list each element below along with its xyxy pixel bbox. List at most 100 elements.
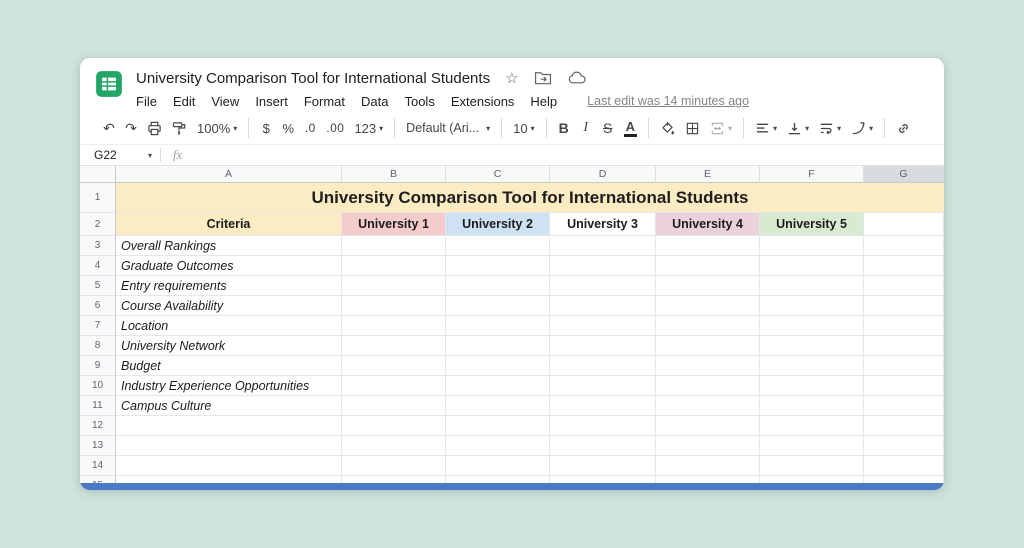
cell[interactable]: [446, 436, 550, 456]
cell[interactable]: [342, 416, 446, 436]
cell[interactable]: [864, 416, 944, 436]
cell-criterion-9[interactable]: Campus Culture: [116, 396, 342, 416]
cell[interactable]: [446, 356, 550, 376]
cell[interactable]: [550, 256, 656, 276]
sheets-logo-icon[interactable]: [94, 69, 124, 99]
document-title[interactable]: University Comparison Tool for Internati…: [136, 70, 490, 87]
cell[interactable]: [864, 376, 944, 396]
row-header-3[interactable]: 3: [80, 236, 116, 256]
cell[interactable]: [446, 276, 550, 296]
cell[interactable]: [446, 396, 550, 416]
cell[interactable]: [550, 396, 656, 416]
cell[interactable]: [550, 356, 656, 376]
cell[interactable]: [342, 256, 446, 276]
cell[interactable]: [656, 356, 760, 376]
cell-university-3[interactable]: University 3: [550, 213, 656, 236]
font-select[interactable]: Default (Ari...▾: [401, 116, 495, 140]
cell[interactable]: [116, 456, 342, 476]
decrease-decimal-button[interactable]: .0: [299, 116, 321, 140]
cell[interactable]: [116, 476, 342, 483]
cell[interactable]: [342, 356, 446, 376]
cell[interactable]: [656, 296, 760, 316]
cell-university-4[interactable]: University 4: [656, 213, 760, 236]
horizontal-align-button[interactable]: ▾: [750, 116, 782, 140]
column-header-c[interactable]: C: [446, 166, 550, 183]
cell-university-5[interactable]: University 5: [760, 213, 864, 236]
cell-university-1[interactable]: University 1: [342, 213, 446, 236]
cell[interactable]: [864, 236, 944, 256]
cell[interactable]: [864, 456, 944, 476]
cell[interactable]: [864, 276, 944, 296]
last-edit-link[interactable]: Last edit was 14 minutes ago: [587, 94, 749, 108]
cell[interactable]: [760, 396, 864, 416]
row-header-9[interactable]: 9: [80, 356, 116, 376]
cell[interactable]: [342, 316, 446, 336]
cell[interactable]: [760, 316, 864, 336]
cell[interactable]: [864, 436, 944, 456]
cell-criterion-2[interactable]: Graduate Outcomes: [116, 256, 342, 276]
row-header-8[interactable]: 8: [80, 336, 116, 356]
column-header-e[interactable]: E: [656, 166, 760, 183]
cell[interactable]: [550, 316, 656, 336]
print-button[interactable]: [142, 116, 167, 140]
cell-criterion-4[interactable]: Course Availability: [116, 296, 342, 316]
cell[interactable]: [342, 336, 446, 356]
cell[interactable]: [550, 376, 656, 396]
format-percent-button[interactable]: %: [277, 116, 299, 140]
cell[interactable]: [760, 256, 864, 276]
cell[interactable]: [656, 376, 760, 396]
cell[interactable]: [550, 296, 656, 316]
menu-tools[interactable]: Tools: [396, 92, 442, 111]
cell[interactable]: [760, 476, 864, 483]
cell[interactable]: [342, 396, 446, 416]
column-header-f[interactable]: F: [760, 166, 864, 183]
cell[interactable]: [760, 336, 864, 356]
row-header-2[interactable]: 2: [80, 213, 116, 236]
cell[interactable]: [550, 236, 656, 256]
row-header-11[interactable]: 11: [80, 396, 116, 416]
cell[interactable]: [656, 436, 760, 456]
column-header-a[interactable]: A: [116, 166, 342, 183]
cell-criteria-header[interactable]: Criteria: [116, 213, 342, 236]
cell[interactable]: [864, 296, 944, 316]
cell[interactable]: [760, 236, 864, 256]
cell[interactable]: [446, 316, 550, 336]
cell-criterion-5[interactable]: Location: [116, 316, 342, 336]
cell-criterion-3[interactable]: Entry requirements: [116, 276, 342, 296]
cell[interactable]: [656, 336, 760, 356]
cell[interactable]: [656, 276, 760, 296]
row-header-13[interactable]: 13: [80, 436, 116, 456]
undo-button[interactable]: ↶: [98, 116, 120, 140]
menu-data[interactable]: Data: [353, 92, 396, 111]
cell[interactable]: [446, 416, 550, 436]
cell[interactable]: [342, 276, 446, 296]
cell[interactable]: [656, 396, 760, 416]
redo-button[interactable]: ↷: [120, 116, 142, 140]
menu-help[interactable]: Help: [522, 92, 565, 111]
cell[interactable]: [864, 396, 944, 416]
cell[interactable]: [446, 256, 550, 276]
cell[interactable]: [864, 476, 944, 483]
font-size-select[interactable]: 10▾: [508, 116, 539, 140]
cell[interactable]: [550, 416, 656, 436]
cell[interactable]: [656, 476, 760, 483]
row-header-4[interactable]: 4: [80, 256, 116, 276]
cell[interactable]: [550, 336, 656, 356]
cell[interactable]: [760, 436, 864, 456]
menu-file[interactable]: File: [128, 92, 165, 111]
cell-title-merged[interactable]: University Comparison Tool for Internati…: [116, 183, 944, 213]
cell[interactable]: [342, 236, 446, 256]
cell[interactable]: [760, 296, 864, 316]
cell[interactable]: [446, 236, 550, 256]
cell[interactable]: [550, 276, 656, 296]
more-formats-button[interactable]: 123▾: [349, 116, 388, 140]
zoom-select[interactable]: 100%▾: [192, 116, 242, 140]
cell[interactable]: [864, 356, 944, 376]
select-all-corner[interactable]: [80, 166, 116, 183]
star-icon[interactable]: ☆: [505, 71, 518, 86]
text-color-button[interactable]: A: [619, 116, 642, 140]
menu-extensions[interactable]: Extensions: [443, 92, 523, 111]
menu-format[interactable]: Format: [296, 92, 353, 111]
cell[interactable]: [760, 456, 864, 476]
cell[interactable]: [760, 276, 864, 296]
